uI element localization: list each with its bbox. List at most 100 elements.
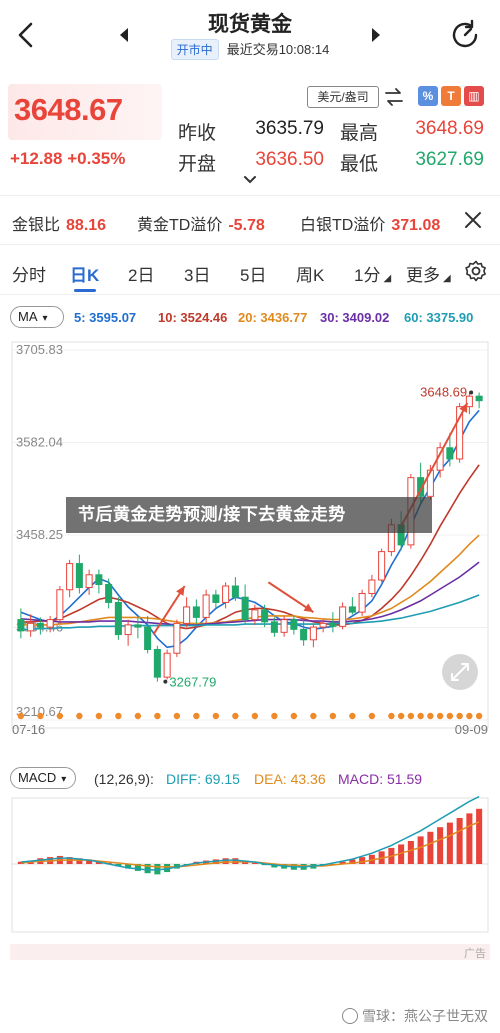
watermark-text: 雪球：燕公子世无双 bbox=[362, 1008, 488, 1024]
candle bbox=[241, 584, 249, 624]
news-banner[interactable]: 节后黄金走势预测/接下去黄金走势 bbox=[66, 497, 432, 533]
event-dot bbox=[417, 712, 424, 720]
candle bbox=[231, 577, 239, 601]
event-dot bbox=[76, 712, 83, 720]
event-dot bbox=[475, 712, 483, 720]
macd-selector[interactable]: MACD ▾ bbox=[10, 767, 76, 789]
candle-body bbox=[173, 622, 181, 654]
macd-bar bbox=[427, 831, 434, 864]
spread-label: 金银比 bbox=[12, 217, 61, 234]
candle bbox=[192, 599, 200, 624]
ma10-value: 10: 3524.46 bbox=[158, 310, 228, 325]
text-tool-icon[interactable]: T bbox=[441, 86, 461, 106]
arrow-head bbox=[303, 603, 314, 613]
y-tick-label: 3705.83 bbox=[16, 342, 63, 357]
low-label: 最低 bbox=[340, 154, 379, 175]
event-dot bbox=[173, 712, 181, 720]
spread-item-silver-td[interactable]: 白银TD溢价 371.08 bbox=[300, 211, 440, 235]
spread-item-gold-td[interactable]: 黄金TD溢价 -5.78 bbox=[137, 211, 265, 235]
candle-body bbox=[163, 652, 171, 678]
event-dot bbox=[17, 712, 25, 720]
candle bbox=[368, 574, 376, 598]
spread-value: 371.08 bbox=[391, 217, 441, 234]
spread-bar: 金银比 88.16 黄金TD溢价 -5.78 白银TD溢价 371.08 bbox=[0, 195, 500, 245]
tab-3day[interactable]: 3日 bbox=[184, 261, 210, 286]
tab-5day[interactable]: 5日 bbox=[240, 261, 266, 286]
price-change: +12.88 +0.35% bbox=[10, 149, 125, 169]
candle-body bbox=[309, 626, 317, 641]
tab-daily-k[interactable]: 日K bbox=[70, 261, 99, 286]
quote-panel: 3648.67 +12.88 +0.35% 昨收 3635.79 开盘 3636… bbox=[0, 70, 500, 195]
event-dot bbox=[271, 712, 278, 720]
prev-close-label: 昨收 bbox=[178, 123, 217, 144]
event-dot bbox=[232, 712, 239, 720]
candle bbox=[475, 392, 483, 409]
close-icon[interactable] bbox=[462, 209, 484, 231]
expand-chevron-icon[interactable] bbox=[242, 174, 258, 186]
tab-1min-label: 1分 bbox=[354, 266, 381, 285]
candle-body bbox=[212, 594, 220, 603]
macd-bar bbox=[456, 818, 463, 864]
settings-gear-icon[interactable] bbox=[464, 259, 488, 283]
high-marker-dot bbox=[469, 390, 474, 395]
chart-tool-icon[interactable]: ▥ bbox=[464, 86, 484, 106]
candle-body bbox=[368, 579, 376, 594]
spread-item-gold-silver[interactable]: 金银比 88.16 bbox=[12, 211, 106, 235]
change-value: +12.88 bbox=[10, 149, 63, 168]
event-dot bbox=[407, 712, 415, 720]
event-dot bbox=[290, 712, 298, 720]
next-instrument-icon[interactable] bbox=[366, 24, 386, 46]
tab-timeshare[interactable]: 分时 bbox=[12, 261, 46, 286]
candle-body bbox=[231, 585, 239, 598]
candle-body bbox=[134, 624, 142, 628]
macd-bar bbox=[232, 858, 239, 864]
percent-tool-icon[interactable]: % bbox=[418, 86, 438, 106]
tab-weekly-k[interactable]: 周K bbox=[296, 261, 324, 286]
macd-bar bbox=[446, 822, 453, 864]
y-tick-label: 3458.25 bbox=[16, 527, 63, 542]
event-dot bbox=[436, 712, 444, 720]
event-dot bbox=[349, 712, 356, 720]
last-price: 3648.67 bbox=[14, 92, 123, 127]
kline-chart[interactable]: 3705.833582.043458.253334.463210.673648.… bbox=[0, 336, 500, 756]
candle-body bbox=[46, 619, 54, 628]
kline-svg: 3705.833582.043458.253334.463210.673648.… bbox=[11, 341, 489, 737]
candle-body bbox=[241, 596, 249, 621]
watermark: 雪球：燕公子世无双 bbox=[342, 1006, 488, 1026]
tab-2day[interactable]: 2日 bbox=[128, 261, 154, 286]
refresh-icon[interactable] bbox=[448, 18, 482, 52]
candle-body bbox=[85, 574, 93, 588]
candle bbox=[348, 597, 356, 615]
event-dot bbox=[446, 712, 454, 720]
candle-body bbox=[329, 622, 337, 627]
unit-selector[interactable]: 美元/盎司 bbox=[307, 86, 379, 108]
candle-body bbox=[251, 609, 259, 621]
open-value: 3636.50 bbox=[255, 149, 324, 170]
event-dot bbox=[251, 712, 259, 720]
candle-body bbox=[475, 395, 483, 402]
macd-bar bbox=[437, 827, 444, 864]
ad-banner[interactable]: 广告 bbox=[10, 944, 490, 960]
fullscreen-icon[interactable] bbox=[442, 654, 478, 690]
candle bbox=[66, 559, 74, 598]
prev-close-value: 3635.79 bbox=[255, 118, 324, 139]
period-tabs: 分时 日K 2日 3日 5日 周K 1分 ◢ 更多 ◢ bbox=[0, 255, 500, 295]
event-dot bbox=[456, 712, 463, 720]
event-dot bbox=[134, 712, 142, 720]
macd-bar bbox=[407, 841, 414, 864]
ma-selector-label: MA bbox=[18, 309, 38, 324]
change-percent: +0.35% bbox=[67, 149, 126, 168]
ma-selector[interactable]: MA ▾ bbox=[10, 306, 64, 328]
snowball-logo-icon bbox=[342, 1008, 358, 1024]
candle bbox=[153, 645, 161, 682]
tab-1min[interactable]: 1分 ◢ bbox=[354, 261, 391, 286]
candle-body bbox=[66, 563, 74, 591]
macd-chart[interactable] bbox=[0, 795, 500, 936]
candle-body bbox=[95, 574, 103, 586]
swap-unit-icon[interactable] bbox=[384, 86, 404, 108]
candle bbox=[358, 589, 366, 616]
candle bbox=[144, 615, 152, 654]
dropdown-arrow-icon: ▾ bbox=[42, 313, 48, 324]
tab-more[interactable]: 更多 ◢ bbox=[406, 261, 451, 286]
candle-body bbox=[300, 628, 308, 641]
